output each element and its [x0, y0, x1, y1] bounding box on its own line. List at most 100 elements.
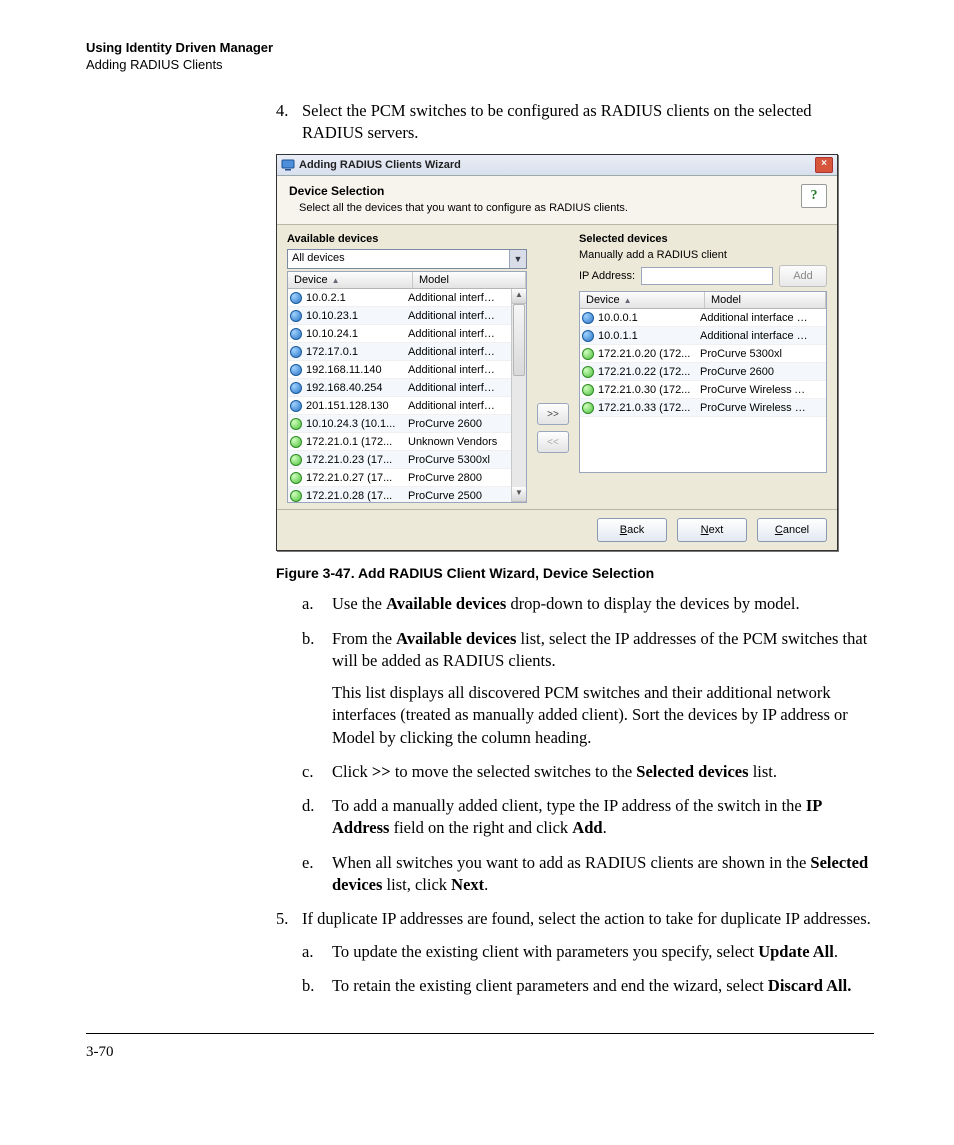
- back-button[interactable]: Back: [597, 518, 667, 542]
- selected-header-model[interactable]: Model: [705, 292, 826, 308]
- dialog-header-title: Device Selection: [289, 184, 825, 198]
- running-header-title: Using Identity Driven Manager: [86, 40, 874, 57]
- scroll-down-icon[interactable]: ▼: [512, 487, 526, 502]
- scroll-thumb[interactable]: [513, 304, 525, 376]
- cell-device: 10.10.23.1: [304, 310, 402, 322]
- cell-device: 172.21.0.23 (17...: [304, 454, 402, 466]
- cell-model: ProCurve 5300xl: [402, 454, 498, 466]
- status-blue-icon: [288, 328, 304, 340]
- table-row[interactable]: 192.168.40.254Additional interface o..: [288, 379, 512, 397]
- help-button[interactable]: ?: [801, 184, 827, 208]
- cell-model: Unknown Vendors: [402, 436, 498, 448]
- selected-column: Selected devices Manually add a RADIUS c…: [579, 233, 827, 503]
- table-row[interactable]: 172.21.0.33 (172...ProCurve Wireless Se.…: [580, 399, 826, 417]
- available-column: Available devices All devices ▼ Device ▲…: [287, 233, 527, 503]
- table-row[interactable]: 172.21.0.1 (172...Unknown Vendors: [288, 433, 512, 451]
- step-4-number: 4.: [276, 100, 302, 145]
- monitor-icon: [281, 158, 295, 172]
- cell-device: 10.0.0.1: [596, 312, 694, 324]
- available-header-device[interactable]: Device ▲: [288, 272, 413, 288]
- status-green-icon: [580, 366, 596, 378]
- cell-model: Additional interface o..: [402, 292, 498, 304]
- cell-device: 172.21.0.33 (172...: [596, 402, 694, 414]
- cancel-button[interactable]: Cancel: [757, 518, 827, 542]
- sort-asc-icon: ▲: [624, 296, 632, 305]
- cell-model: Additional interface o..: [402, 310, 498, 322]
- cell-model: ProCurve Wireless Se..: [694, 402, 812, 414]
- cell-model: ProCurve 5300xl: [694, 348, 812, 360]
- sort-asc-icon: ▲: [332, 276, 340, 285]
- status-green-icon: [288, 490, 304, 502]
- cell-model: Additional interface o..: [402, 400, 498, 412]
- available-grid-header: Device ▲ Model: [288, 272, 526, 289]
- table-row[interactable]: 172.21.0.22 (172...ProCurve 2600: [580, 363, 826, 381]
- cell-device: 172.21.0.27 (17...: [304, 472, 402, 484]
- ip-address-input[interactable]: [641, 267, 773, 285]
- cell-model: Additional interface on..: [694, 312, 812, 324]
- table-row[interactable]: 10.10.23.1Additional interface o..: [288, 307, 512, 325]
- table-row[interactable]: 172.21.0.27 (17...ProCurve 2800: [288, 469, 512, 487]
- transfer-buttons: >> <<: [535, 233, 571, 503]
- table-row[interactable]: 192.168.11.140Additional interface o..: [288, 361, 512, 379]
- cell-device: 10.10.24.1: [304, 328, 402, 340]
- cell-model: Additional interface o..: [402, 382, 498, 394]
- dialog-body: Available devices All devices ▼ Device ▲…: [277, 225, 837, 509]
- step-4d: d. To add a manually added client, type …: [302, 795, 874, 840]
- table-row[interactable]: 10.0.1.1Additional interface on..: [580, 327, 826, 345]
- cell-device: 201.151.128.130: [304, 400, 402, 412]
- page-number: 3-70: [86, 1044, 874, 1061]
- scroll-up-icon[interactable]: ▲: [512, 289, 526, 304]
- available-devices-combo-value: All devices: [288, 250, 509, 268]
- step-4c: c. Click >> to move the selected switche…: [302, 761, 874, 783]
- table-row[interactable]: 172.21.0.23 (17...ProCurve 5300xl: [288, 451, 512, 469]
- ip-address-label: IP Address:: [579, 270, 635, 282]
- selected-grid-header: Device ▲ Model: [580, 292, 826, 309]
- table-row[interactable]: 172.21.0.30 (172...ProCurve Wireless Ac.…: [580, 381, 826, 399]
- cell-device: 172.21.0.1 (172...: [304, 436, 402, 448]
- status-blue-icon: [288, 400, 304, 412]
- dialog-footer: Back Next Cancel: [277, 509, 837, 550]
- cell-device: 172.21.0.22 (172...: [596, 366, 694, 378]
- running-header: Using Identity Driven Manager Adding RAD…: [86, 40, 874, 74]
- manual-add-label: Manually add a RADIUS client: [579, 249, 827, 261]
- status-green-icon: [288, 472, 304, 484]
- step-4a: a. Use the Available devices drop-down t…: [302, 593, 874, 615]
- available-scrollbar[interactable]: ▲ ▼: [511, 289, 526, 502]
- cell-model: ProCurve Wireless Ac..: [694, 384, 812, 396]
- status-green-icon: [288, 418, 304, 430]
- next-button[interactable]: Next: [677, 518, 747, 542]
- move-right-button[interactable]: >>: [537, 403, 569, 425]
- help-icon: ?: [811, 188, 818, 204]
- table-row[interactable]: 10.10.24.3 (10.1...ProCurve 2600: [288, 415, 512, 433]
- step-4: 4. Select the PCM switches to be configu…: [276, 100, 874, 145]
- move-left-button[interactable]: <<: [537, 431, 569, 453]
- table-row[interactable]: 172.17.0.1Additional interface o..: [288, 343, 512, 361]
- selected-devices-grid: Device ▲ Model 10.0.0.1Additional interf…: [579, 291, 827, 473]
- cell-device: 172.21.0.20 (172...: [596, 348, 694, 360]
- available-header-model[interactable]: Model: [413, 272, 526, 288]
- cell-model: ProCurve 2800: [402, 472, 498, 484]
- table-row[interactable]: 172.21.0.20 (172...ProCurve 5300xl: [580, 345, 826, 363]
- cell-device: 172.21.0.28 (17...: [304, 490, 402, 502]
- table-row[interactable]: 10.0.2.1Additional interface o..: [288, 289, 512, 307]
- close-button[interactable]: ×: [815, 157, 833, 173]
- table-row[interactable]: 10.10.24.1Additional interface o..: [288, 325, 512, 343]
- status-blue-icon: [580, 330, 596, 342]
- dialog-titlebar: Adding RADIUS Clients Wizard ×: [277, 155, 837, 176]
- selected-header-device[interactable]: Device ▲: [580, 292, 705, 308]
- table-row[interactable]: 201.151.128.130Additional interface o..: [288, 397, 512, 415]
- selected-devices-label: Selected devices: [579, 233, 827, 245]
- cell-device: 10.0.1.1: [596, 330, 694, 342]
- table-row[interactable]: 10.0.0.1Additional interface on..: [580, 309, 826, 327]
- cell-model: Additional interface on..: [694, 330, 812, 342]
- status-blue-icon: [288, 346, 304, 358]
- footer-rule: [86, 1033, 874, 1034]
- cell-device: 172.21.0.30 (172...: [596, 384, 694, 396]
- available-devices-grid: Device ▲ Model 10.0.2.1Additional interf…: [287, 271, 527, 503]
- table-row[interactable]: 172.21.0.28 (17...ProCurve 2500: [288, 487, 512, 502]
- cell-device: 172.17.0.1: [304, 346, 402, 358]
- add-button[interactable]: Add: [779, 265, 827, 287]
- step-5a: a. To update the existing client with pa…: [302, 941, 874, 963]
- status-blue-icon: [288, 364, 304, 376]
- available-devices-combo[interactable]: All devices ▼: [287, 249, 527, 269]
